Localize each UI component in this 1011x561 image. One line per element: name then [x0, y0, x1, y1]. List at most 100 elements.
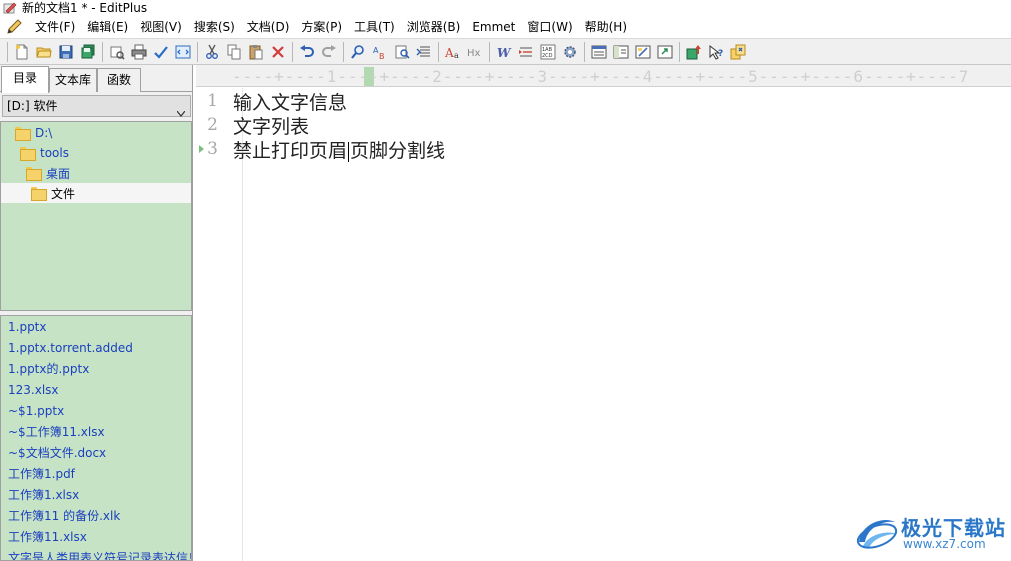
browser-view-icon[interactable]	[172, 41, 194, 63]
user-tools-icon[interactable]	[727, 41, 749, 63]
format-icon[interactable]	[515, 41, 537, 63]
tab-cliptext[interactable]: 文本库	[49, 68, 97, 92]
watermark-logo-icon	[856, 520, 898, 549]
editor-line[interactable]: 3 禁止打印页眉 页脚分割线	[196, 136, 1011, 163]
editor-pane[interactable]: ----+----1----+----2----+----3----+----4…	[196, 65, 1011, 561]
toolbar-separator	[197, 41, 198, 62]
tree-item-drive[interactable]: D:\	[15, 123, 191, 143]
delete-icon[interactable]	[267, 41, 289, 63]
menu-view[interactable]: 视图(V)	[134, 17, 188, 37]
file-item[interactable]: 123.xlsx	[8, 380, 59, 400]
replace-icon[interactable]: AB	[369, 41, 391, 63]
save-all-icon[interactable]	[77, 41, 99, 63]
ftp-upload-icon[interactable]	[683, 41, 705, 63]
tree-item-files[interactable]: 文件	[1, 183, 191, 203]
watermark: 极光下载站 www.xz7.com	[853, 508, 1005, 556]
undo-icon[interactable]	[296, 41, 318, 63]
title-bar: 新的文档1 * - EditPlus	[0, 0, 1011, 16]
menu-emmet[interactable]: Emmet	[466, 17, 521, 37]
file-item[interactable]: ~$工作簿11.xlsx	[8, 422, 105, 442]
folder-tree[interactable]: D:\ tools 桌面 文件	[0, 121, 192, 311]
drive-selector-value: [D:] 软件	[7, 99, 58, 113]
find-in-files-icon[interactable]	[391, 41, 413, 63]
menu-search[interactable]: 搜索(S)	[188, 17, 241, 37]
tab-functions[interactable]: 函数	[97, 68, 141, 92]
word-wrap-icon[interactable]: W	[493, 41, 515, 63]
file-item[interactable]: 工作簿11.xlsx	[8, 527, 87, 547]
file-item[interactable]: 工作簿1.pdf	[8, 464, 75, 484]
line-text: 输入文字信息	[233, 91, 348, 114]
file-item[interactable]: 文字是人类用表义符号记录表达信息	[8, 548, 191, 560]
open-folder-icon[interactable]	[33, 41, 55, 63]
svg-text:B: B	[379, 52, 385, 60]
editor-line[interactable]: 2 文字列表	[196, 113, 1011, 138]
tree-item-tools[interactable]: tools	[20, 143, 191, 163]
preferences-icon[interactable]	[559, 41, 581, 63]
tree-item-label: D:\	[35, 126, 53, 140]
menu-project[interactable]: 方案(P)	[295, 17, 348, 37]
folder-icon	[20, 147, 36, 161]
file-item[interactable]: 工作簿11 的备份.xlk	[8, 506, 120, 526]
font-icon[interactable]: Aa	[442, 41, 464, 63]
drive-selector[interactable]: [D:] 软件	[2, 95, 191, 117]
menu-document[interactable]: 文档(D)	[241, 17, 296, 37]
open-folder-icon	[31, 187, 47, 201]
tab-directory[interactable]: 目录	[1, 66, 49, 93]
toolbar-separator	[7, 41, 8, 62]
find-icon[interactable]	[347, 41, 369, 63]
spell-check-icon[interactable]	[150, 41, 172, 63]
file-item[interactable]: 1.pptx	[8, 317, 47, 337]
editor-line[interactable]: 1 输入文字信息	[196, 89, 1011, 114]
window-list-icon[interactable]	[588, 41, 610, 63]
file-item[interactable]: ~$文档文件.docx	[8, 443, 106, 463]
save-icon[interactable]	[55, 41, 77, 63]
directory-icon[interactable]	[632, 41, 654, 63]
toolbar-separator	[292, 41, 293, 62]
tree-item-desktop[interactable]: 桌面	[26, 163, 191, 183]
toolbar-separator	[102, 41, 103, 62]
toolbar-separator	[438, 41, 439, 62]
tree-item-label: 桌面	[46, 166, 71, 181]
toolbar: AB Aa Hx W 1AB 2CD ?	[0, 38, 1011, 65]
line-number: 2	[207, 115, 218, 135]
toolbar-separator	[343, 41, 344, 62]
file-item[interactable]: 1.pptx的.pptx	[8, 359, 89, 379]
svg-text:W: W	[497, 46, 512, 60]
redo-icon[interactable]	[318, 41, 340, 63]
goto-icon[interactable]	[413, 41, 435, 63]
line-text: 禁止打印页眉 页脚分割线	[233, 136, 445, 163]
tree-item-label: tools	[40, 146, 69, 160]
menu-window[interactable]: 窗口(W)	[521, 17, 578, 37]
text-after-caret: 页脚分割线	[350, 139, 446, 162]
menu-file[interactable]: 文件(F)	[29, 17, 81, 37]
folder-icon	[15, 127, 31, 141]
line-number: 1	[207, 91, 218, 111]
file-item[interactable]: ~$1.pptx	[8, 401, 64, 421]
file-list[interactable]: 1.pptx 1.pptx.torrent.added 1.pptx的.pptx…	[0, 315, 192, 561]
svg-text:a: a	[454, 51, 459, 60]
window-title: 新的文档1 * - EditPlus	[22, 1, 148, 15]
menu-bar: 文件(F) 编辑(E) 视图(V) 搜索(S) 文档(D) 方案(P) 工具(T…	[0, 16, 1011, 38]
svg-text:A: A	[445, 46, 454, 60]
paste-icon[interactable]	[245, 41, 267, 63]
copy-icon[interactable]	[223, 41, 245, 63]
print-preview-icon[interactable]	[106, 41, 128, 63]
help-icon[interactable]: ?	[705, 41, 727, 63]
watermark-url: www.xz7.com	[903, 537, 986, 551]
current-line-marker-icon	[199, 145, 204, 153]
print-icon[interactable]	[128, 41, 150, 63]
menu-help[interactable]: 帮助(H)	[579, 17, 633, 37]
file-item[interactable]: 工作簿1.xlsx	[8, 485, 79, 505]
new-file-icon[interactable]	[11, 41, 33, 63]
toolbar-separator	[584, 41, 585, 62]
output-icon[interactable]	[654, 41, 676, 63]
cliptext-icon[interactable]	[610, 41, 632, 63]
menu-tools[interactable]: 工具(T)	[348, 17, 401, 37]
cut-icon[interactable]	[201, 41, 223, 63]
html-toolbar-icon[interactable]: Hx	[464, 41, 486, 63]
line-text: 文字列表	[233, 115, 310, 138]
menu-browser[interactable]: 浏览器(B)	[401, 17, 467, 37]
line-number-icon[interactable]: 1AB 2CD	[537, 41, 559, 63]
menu-edit[interactable]: 编辑(E)	[81, 17, 134, 37]
file-item[interactable]: 1.pptx.torrent.added	[8, 338, 133, 358]
